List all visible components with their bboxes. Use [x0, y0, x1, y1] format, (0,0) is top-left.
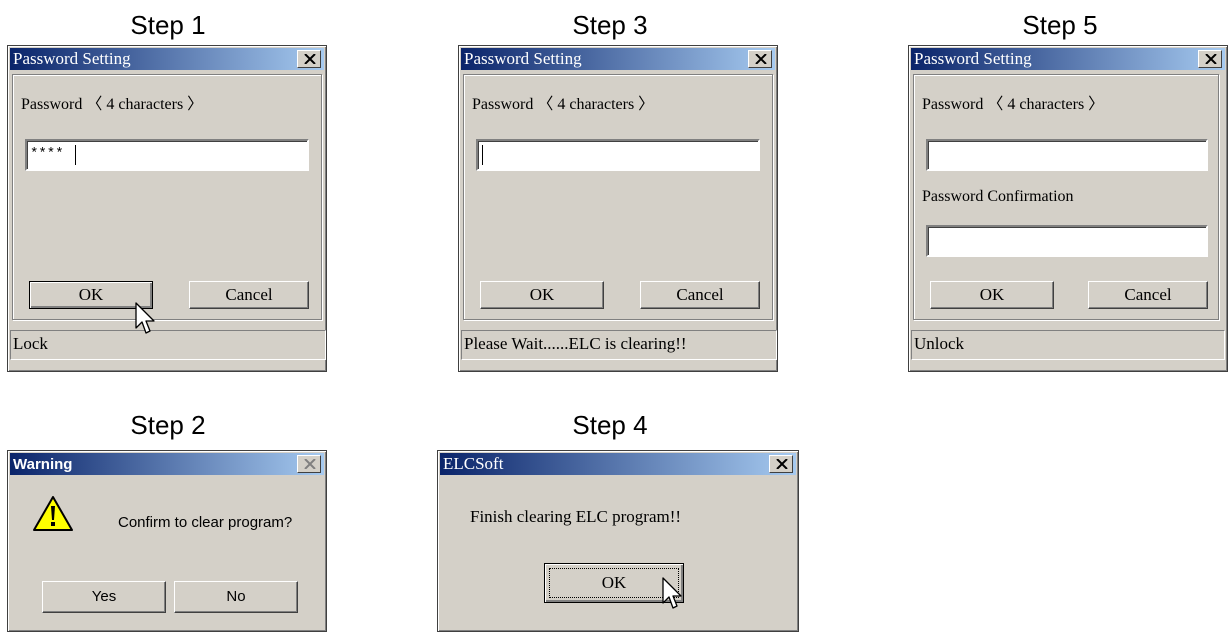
step5-password-dialog: Password Setting Password 〈 4 characters…: [908, 45, 1228, 372]
step2-warning-dialog: Warning Confirm to clear program? Yes No: [7, 450, 327, 632]
ok-button[interactable]: OK: [930, 281, 1054, 309]
password-label: Password 〈 4 characters 〉: [472, 96, 655, 113]
status-bar: Unlock: [911, 330, 1225, 360]
status-text: Lock: [13, 334, 48, 353]
warning-icon: [33, 496, 73, 531]
dialog-title: ELCSoft: [443, 454, 504, 473]
password-value: ****: [30, 146, 64, 162]
no-button[interactable]: No: [174, 581, 298, 613]
step3-password-dialog: Password Setting Password 〈 4 characters…: [458, 45, 778, 372]
status-bar: Lock: [10, 330, 326, 360]
step-3-label: Step 3: [572, 10, 648, 40]
step1-password-dialog: Password Setting Password 〈 4 characters…: [7, 45, 327, 372]
password-label: Password 〈 4 characters 〉: [922, 96, 1105, 113]
close-icon: [755, 54, 767, 64]
password-input[interactable]: [476, 139, 760, 171]
step-5-label: Step 5: [1022, 10, 1098, 40]
finish-message: Finish clearing ELC program!!: [470, 507, 682, 526]
yes-button[interactable]: Yes: [42, 581, 166, 613]
close-icon: [776, 459, 788, 469]
step-2-label: Step 2: [130, 410, 206, 440]
password-group: Password 〈 4 characters 〉 **** OK Cancel: [12, 74, 322, 320]
cancel-label: Cancel: [1124, 285, 1172, 304]
no-label: No: [226, 588, 246, 605]
step-1-label: Step 1: [130, 10, 206, 40]
status-bar: Please Wait......ELC is clearing!!: [461, 330, 777, 360]
close-button[interactable]: [297, 455, 321, 473]
warning-message: Confirm to clear program?: [118, 514, 293, 531]
dialog-title: Password Setting: [464, 49, 582, 68]
mouse-pointer-icon: [135, 302, 155, 334]
ok-label: OK: [529, 285, 555, 304]
password-group: Password 〈 4 characters 〉 OK Cancel: [463, 74, 773, 320]
cancel-button[interactable]: Cancel: [189, 281, 309, 309]
password-confirmation-input[interactable]: [926, 225, 1208, 257]
status-text: Please Wait......ELC is clearing!!: [464, 334, 687, 353]
close-icon: [1205, 54, 1217, 64]
close-button[interactable]: [297, 50, 321, 68]
title-bar[interactable]: Warning: [10, 453, 324, 475]
title-bar[interactable]: ELCSoft: [440, 453, 796, 475]
ok-button[interactable]: OK: [480, 281, 604, 309]
cancel-label: Cancel: [225, 285, 273, 304]
title-bar[interactable]: Password Setting: [911, 48, 1225, 70]
ok-label: OK: [979, 285, 1005, 304]
close-button[interactable]: [1198, 50, 1222, 68]
focus-rectangle: [549, 568, 679, 598]
password-label: Password 〈 4 characters 〉: [21, 96, 204, 113]
close-button[interactable]: [769, 455, 793, 473]
step-4-label: Step 4: [572, 410, 648, 440]
password-confirmation-label: Password Confirmation: [922, 188, 1074, 205]
step4-elcsoft-dialog: ELCSoft Finish clearing ELC program!! OK: [437, 450, 799, 632]
dialog-title: Password Setting: [914, 49, 1032, 68]
text-caret: [482, 145, 483, 165]
close-button[interactable]: [748, 50, 772, 68]
yes-label: Yes: [91, 588, 117, 605]
cancel-label: Cancel: [676, 285, 724, 304]
cancel-button[interactable]: Cancel: [1088, 281, 1208, 309]
ok-label: OK: [78, 285, 104, 304]
close-icon: [304, 54, 316, 64]
password-input[interactable]: ****: [25, 139, 309, 171]
dialog-title: Password Setting: [13, 49, 131, 68]
title-bar[interactable]: Password Setting: [10, 48, 324, 70]
password-group: Password 〈 4 characters 〉 Password Confi…: [913, 74, 1219, 320]
status-text: Unlock: [914, 334, 965, 353]
cancel-button[interactable]: Cancel: [640, 281, 760, 309]
dialog-title: Warning: [13, 456, 73, 473]
mouse-pointer-icon: [662, 577, 682, 609]
title-bar[interactable]: Password Setting: [461, 48, 775, 70]
text-caret: [75, 145, 76, 165]
password-input[interactable]: [926, 139, 1208, 171]
close-icon: [304, 459, 316, 469]
